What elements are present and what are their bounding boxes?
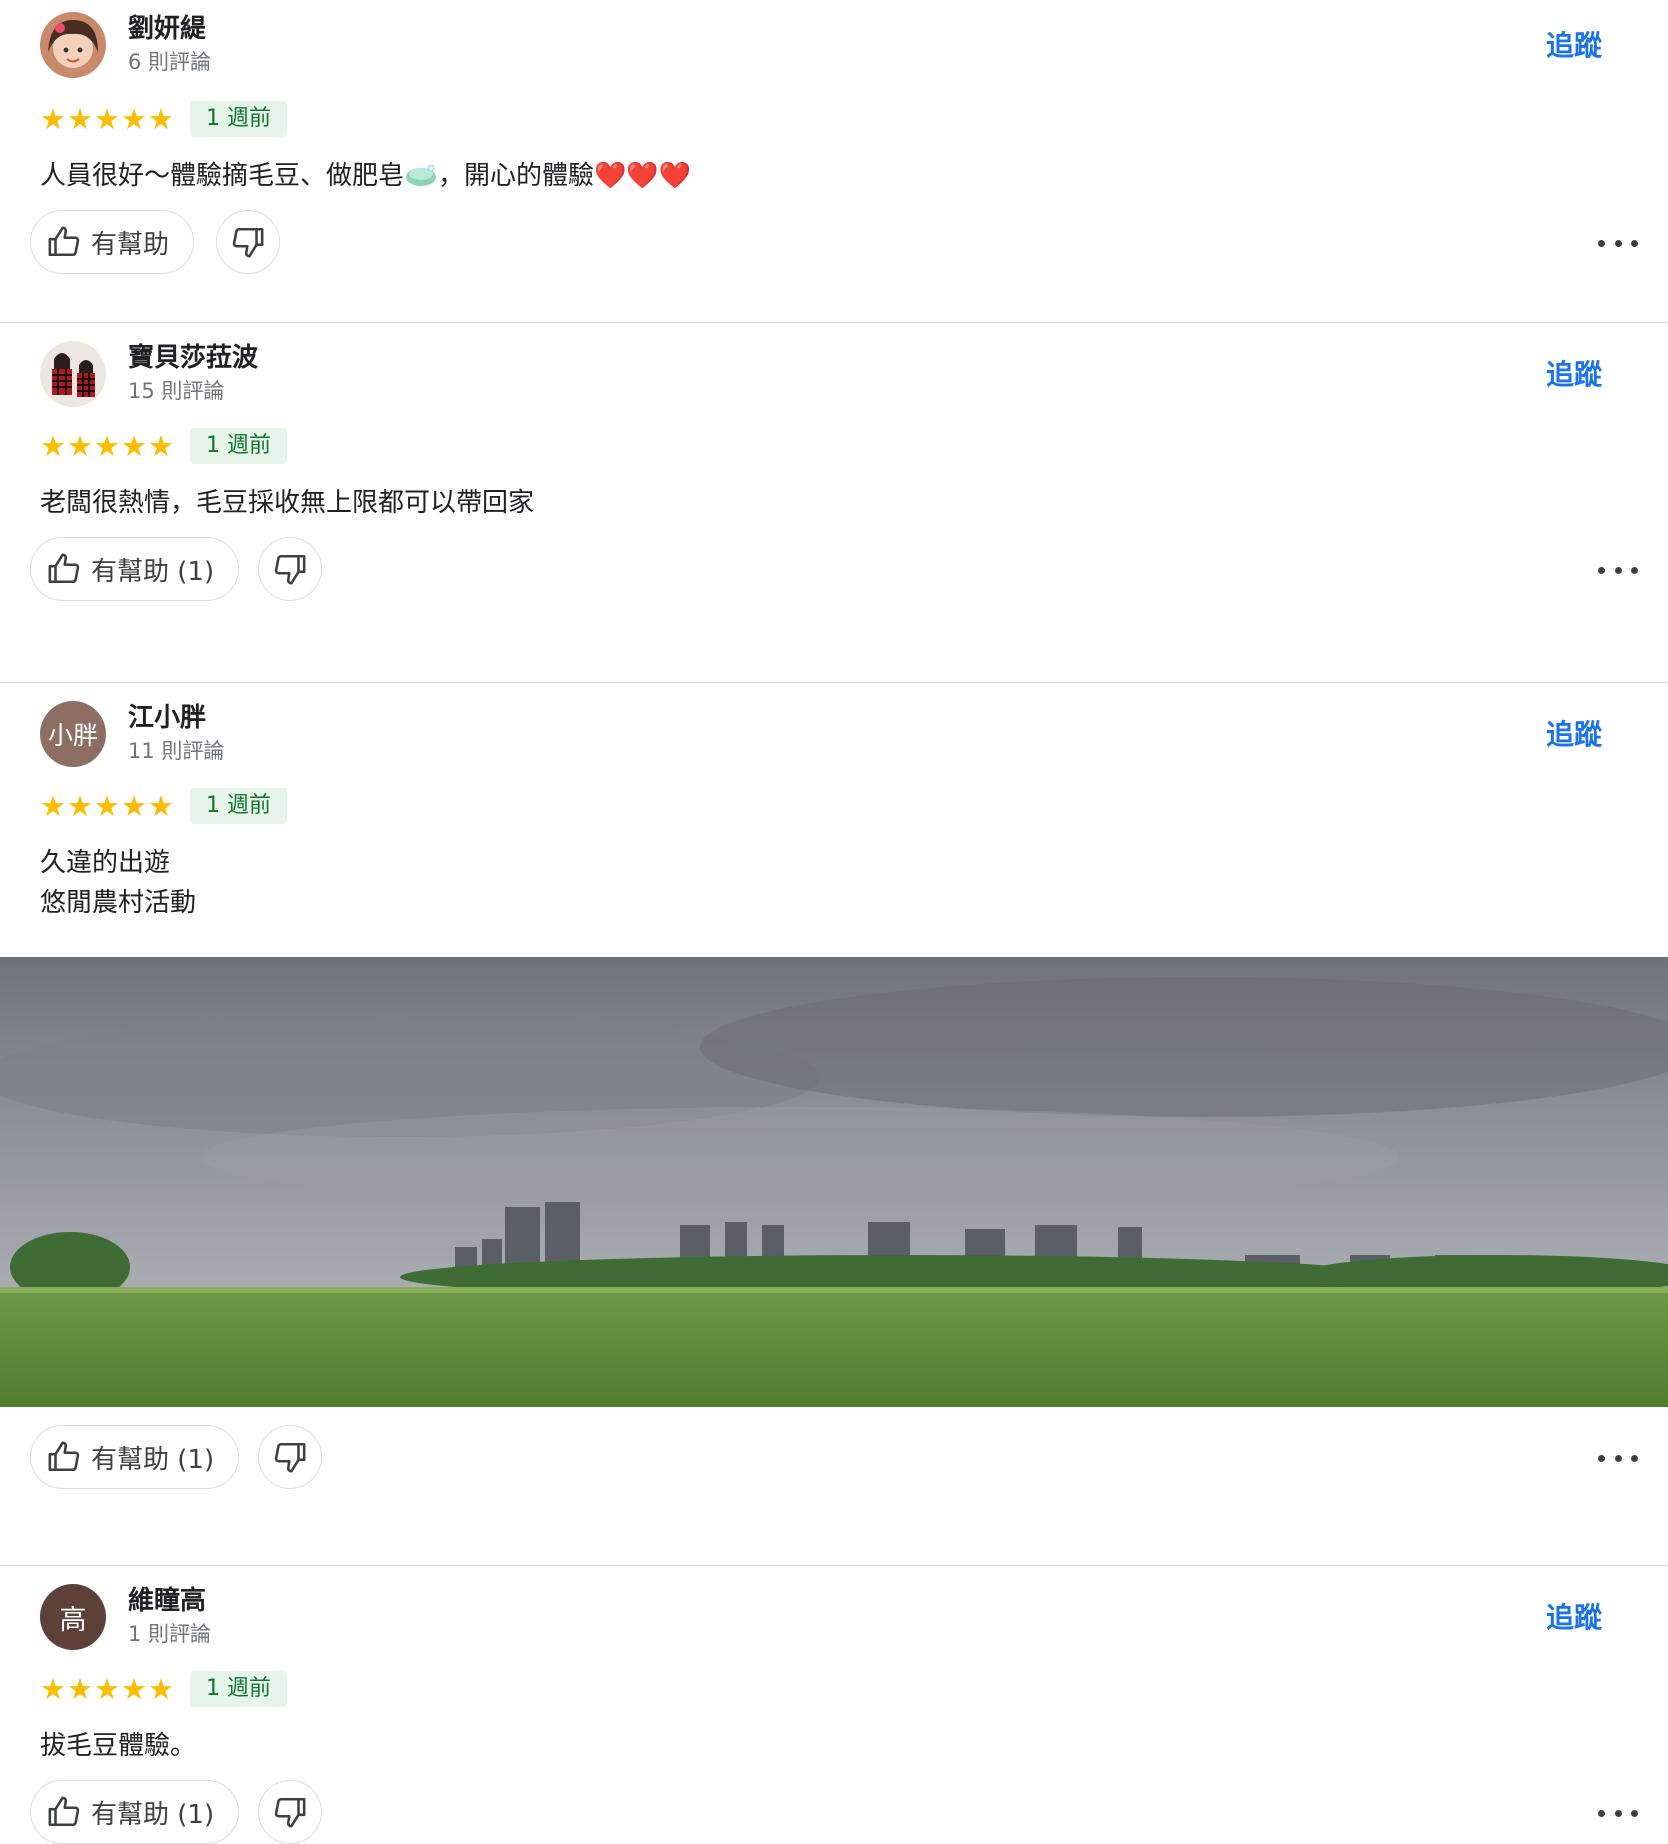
thumb-down-icon — [232, 227, 264, 258]
more-options-icon[interactable] — [1598, 555, 1638, 585]
review-actions: 有幫助 (1) — [0, 537, 1668, 603]
soap-emoji-icon — [406, 164, 437, 186]
reviewer-name[interactable]: 寶貝莎菈波 — [128, 341, 258, 375]
follow-button[interactable]: 追蹤 — [1546, 1600, 1602, 1636]
avatar[interactable] — [40, 12, 106, 78]
heart-emoji: ❤️❤️❤️ — [594, 161, 692, 191]
time-badge: 1 週前 — [190, 101, 287, 137]
thumb-up-icon — [48, 1441, 80, 1472]
review-text-part: ，開心的體驗 — [438, 161, 595, 191]
thumb-up-icon — [48, 1796, 80, 1827]
follow-button[interactable]: 追蹤 — [1546, 717, 1602, 753]
thumb-down-icon — [274, 554, 306, 585]
star-icon: ★ — [40, 102, 66, 136]
review-header: 劉妍緹 6 則評論 追蹤 — [0, 0, 1668, 96]
review-card: 高 維瞳高 1 則評論 追蹤 ★ ★ ★ ★ ★ 1 週前 拔毛豆體驗。 有幫助… — [0, 1584, 1668, 1844]
avatar[interactable]: 高 — [40, 1584, 106, 1650]
review-text-line: 悠閒農村活動 — [40, 888, 197, 918]
review-text: 人員很好～體驗摘毛豆、做肥皂 ，開心的體驗❤️❤️❤️ — [0, 142, 1668, 196]
helpful-button[interactable]: 有幫助 — [30, 210, 195, 274]
review-photo[interactable] — [0, 957, 1668, 1407]
review-feed: 劉妍緹 6 則評論 追蹤 ★ ★ ★ ★ ★ 1 週前 人員很好～體驗摘毛豆、做… — [0, 0, 1668, 1844]
not-helpful-button[interactable] — [258, 1425, 322, 1489]
star-rating: ★ ★ ★ ★ ★ — [40, 104, 174, 134]
review-actions: 有幫助 (1) — [0, 1425, 1668, 1491]
helpful-label: 有幫助 (1) — [91, 1444, 215, 1475]
review-actions: 有幫助 (1) — [0, 1780, 1668, 1844]
not-helpful-button[interactable] — [258, 537, 322, 601]
review-actions: 有幫助 — [0, 210, 1668, 276]
star-icon: ★ — [67, 102, 93, 136]
avatar-letter: 小胖 — [47, 721, 98, 750]
helpful-button[interactable]: 有幫助 (1) — [30, 537, 240, 601]
reviewer-name[interactable]: 維瞳高 — [128, 1584, 206, 1618]
avatar-letter: 高 — [59, 1604, 87, 1636]
review-text: 拔毛豆體驗。 — [0, 1712, 1668, 1766]
review-card: 小胖 江小胖 11 則評論 追蹤 ★ ★ ★ ★ ★ 1 週前 久違的出遊 悠閒… — [0, 701, 1668, 1566]
avatar[interactable]: 小胖 — [40, 701, 106, 767]
review-count: 15 則評論 — [128, 379, 225, 403]
thumb-down-icon — [274, 1797, 306, 1828]
rating-row: ★ ★ ★ ★ ★ 1 週前 — [0, 96, 1668, 142]
helpful-button[interactable]: 有幫助 (1) — [30, 1780, 240, 1844]
review-card: 劉妍緹 6 則評論 追蹤 ★ ★ ★ ★ ★ 1 週前 人員很好～體驗摘毛豆、做… — [0, 0, 1668, 323]
review-text-part: 人員很好～體驗摘毛豆、做肥皂 — [40, 161, 405, 191]
thumb-up-icon — [48, 226, 80, 257]
avatar[interactable] — [40, 341, 106, 407]
review-text-line: 久違的出遊 — [40, 848, 171, 878]
review-header: 高 維瞳高 1 則評論 追蹤 — [0, 1584, 1668, 1680]
review-header: 小胖 江小胖 11 則評論 追蹤 — [0, 701, 1668, 797]
not-helpful-button[interactable] — [258, 1780, 322, 1844]
helpful-label: 有幫助 (1) — [91, 556, 215, 587]
helpful-button[interactable]: 有幫助 (1) — [30, 1425, 240, 1489]
review-text-line: 老闆很熱情，毛豆採收無上限都可以帶回家 — [40, 488, 535, 518]
more-options-icon[interactable] — [1598, 228, 1638, 258]
star-icon: ★ — [121, 102, 147, 136]
star-icon: ★ — [148, 102, 174, 136]
review-card: 寶貝莎菈波 15 則評論 追蹤 ★ ★ ★ ★ ★ 1 週前 老闆很熱情，毛豆採… — [0, 341, 1668, 683]
more-options-icon[interactable] — [1598, 1798, 1638, 1828]
helpful-label: 有幫助 (1) — [91, 1799, 215, 1830]
star-icon: ★ — [94, 102, 120, 136]
more-options-icon[interactable] — [1598, 1443, 1638, 1473]
review-count: 6 則評論 — [128, 50, 212, 74]
thumb-down-icon — [274, 1442, 306, 1473]
review-text-line: 拔毛豆體驗。 — [40, 1731, 197, 1761]
follow-button[interactable]: 追蹤 — [1546, 28, 1602, 64]
not-helpful-button[interactable] — [216, 210, 280, 274]
thumb-up-icon — [48, 553, 80, 584]
review-header: 寶貝莎菈波 15 則評論 追蹤 — [0, 341, 1668, 437]
review-text: 久違的出遊 悠閒農村活動 — [0, 829, 1668, 923]
helpful-label: 有幫助 — [91, 229, 170, 260]
reviewer-name[interactable]: 江小胖 — [128, 701, 206, 735]
review-count: 1 則評論 — [128, 1622, 212, 1646]
review-text: 老闆很熱情，毛豆採收無上限都可以帶回家 — [0, 469, 1668, 523]
follow-button[interactable]: 追蹤 — [1546, 357, 1602, 393]
reviewer-name[interactable]: 劉妍緹 — [128, 12, 206, 46]
review-count: 11 則評論 — [128, 739, 225, 763]
